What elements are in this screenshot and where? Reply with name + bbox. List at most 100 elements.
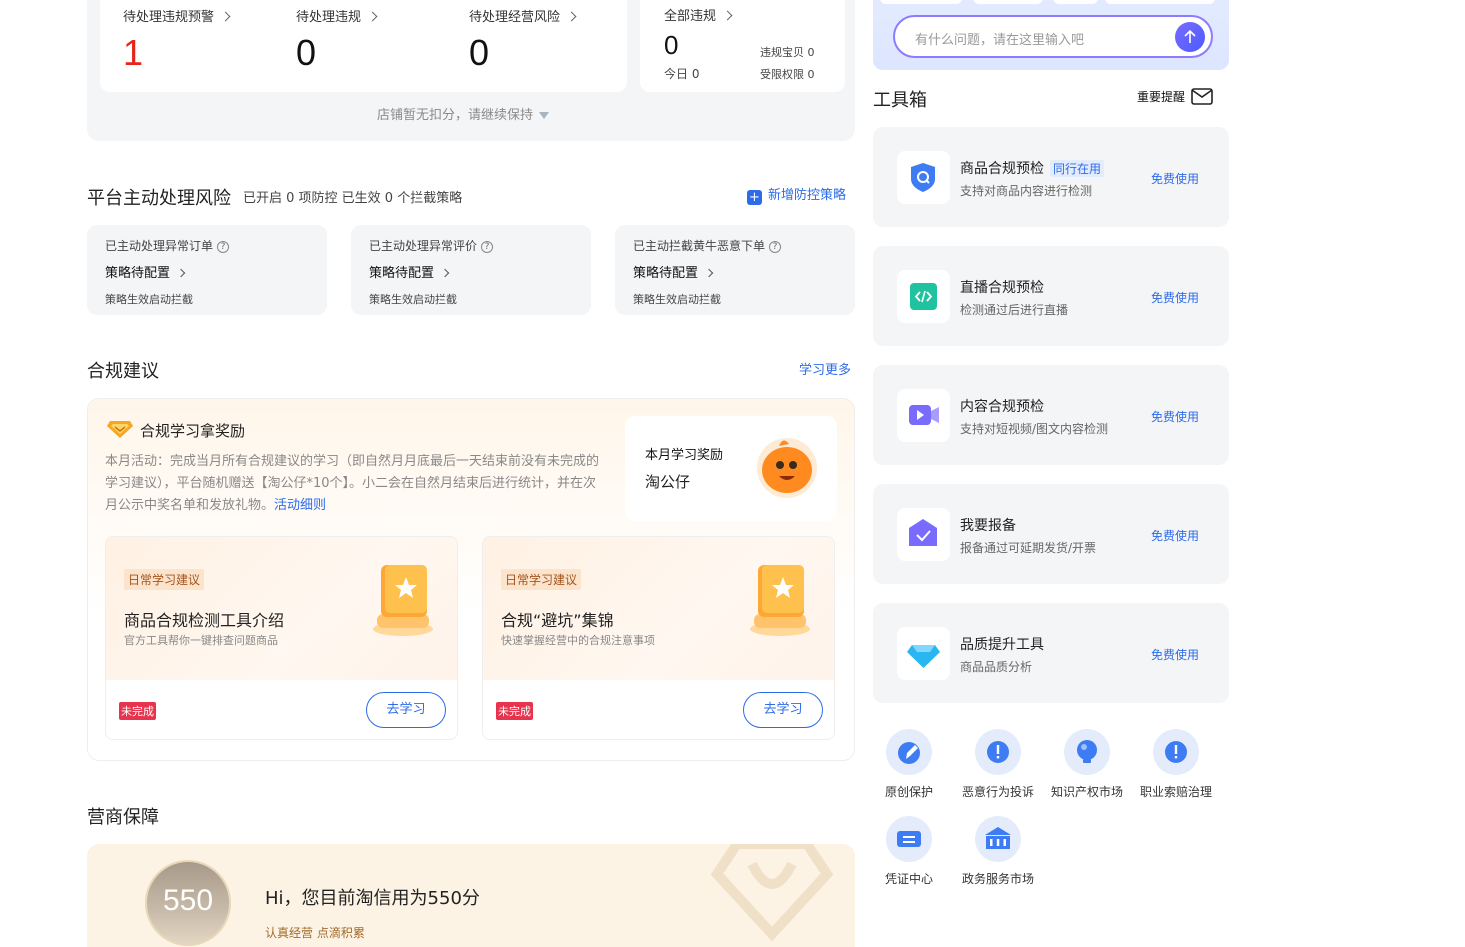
help-icon[interactable]: ?	[217, 240, 230, 253]
risk-card-reviews[interactable]: 已主动处理异常评价? 策略待配置 策略生效启动拦截	[351, 225, 591, 315]
tool-name: 品质提升工具	[960, 637, 1044, 653]
deduction-notice[interactable]: 店铺暂无扣分，请继续保持	[377, 104, 550, 123]
pending-risk-link[interactable]: 待处理经营风险	[469, 6, 577, 25]
tool-content-precheck[interactable]: 内容合规预检 支持对短视频/图文内容检测 免费使用	[873, 365, 1229, 465]
risk-card-note: 策略生效启动拦截	[633, 293, 721, 306]
pending-warning-link[interactable]: 待处理违规预警	[123, 6, 231, 25]
monthly-prize: 淘公仔	[645, 473, 691, 491]
go-learn-button[interactable]: 去学习	[743, 692, 823, 728]
quick-question-chip[interactable]	[880, 0, 962, 4]
tool-desc: 支持对短视频/图文内容检测	[960, 422, 1109, 436]
video-icon	[897, 389, 950, 442]
pen-icon	[886, 729, 932, 775]
today-count: 今日 0	[664, 67, 700, 81]
credit-panel: 550 Hi，您目前淘信用为550分 认真经营 点滴积累	[87, 844, 855, 947]
service-ip-market[interactable]: 知识产权市场	[1042, 729, 1132, 800]
alert-icon	[1153, 729, 1199, 775]
toolbox-title: 工具箱	[873, 90, 927, 111]
task-card-tool-intro[interactable]: 日常学习建议 商品合规检测工具介绍 官方工具帮你一键排查问题商品 未完成 去学习	[105, 536, 458, 740]
tool-desc: 商品品质分析	[960, 660, 1033, 674]
service-malicious-complaint[interactable]: 恶意行为投诉	[953, 729, 1043, 800]
violation-goods-count: 违规宝贝 0	[760, 46, 815, 59]
tool-report[interactable]: 我要报备 报备通过可延期发货/开票 免费使用	[873, 484, 1229, 584]
code-icon	[897, 270, 950, 323]
credit-score-badge: 550	[145, 860, 231, 946]
shield-watermark-icon	[707, 844, 837, 947]
strategy-config-link[interactable]: 策略待配置	[633, 262, 714, 281]
book-trophy-icon	[738, 559, 823, 643]
expand-triangle-icon	[539, 112, 550, 119]
guarantee-section-title: 营商保障	[87, 807, 159, 828]
risk-card-orders[interactable]: 已主动处理异常订单? 策略待配置 策略生效启动拦截	[87, 225, 327, 315]
arrow-up-icon	[1184, 29, 1196, 43]
book-trophy-icon	[361, 559, 446, 643]
service-voucher-center[interactable]: 凭证中心	[864, 816, 954, 887]
activity-rules-link[interactable]: 活动细则	[274, 498, 326, 513]
compliance-section-title: 合规建议	[87, 361, 159, 382]
service-original-protection[interactable]: 原创保护	[864, 729, 954, 800]
help-icon[interactable]: ?	[769, 240, 782, 253]
tool-name: 直播合规预检	[960, 280, 1044, 296]
important-reminder-link[interactable]: 重要提醒	[1137, 88, 1213, 105]
risk-section-title: 平台主动处理风险	[87, 188, 231, 209]
risk-subtitle: 已开启 0 项防控 已生效 0 个拦截策略	[243, 191, 463, 206]
assistant-input[interactable]: 有什么问题，请在这里输入吧	[893, 15, 1213, 58]
tool-product-precheck[interactable]: 商品合规预检 同行在用 支持对商品内容进行检测 免费使用	[873, 127, 1229, 227]
activity-description: 本月活动：完成当月所有合规建议的学习（即自然月月底最后一天结束前没有未完成的学习…	[105, 454, 600, 513]
credit-score: 550	[162, 884, 214, 917]
free-use-button[interactable]: 免费使用	[1151, 646, 1199, 663]
status-badge: 未完成	[496, 702, 533, 720]
tool-quality[interactable]: 品质提升工具 商品品质分析 免费使用	[873, 603, 1229, 703]
pending-risk-count: 0	[469, 32, 490, 73]
building-icon	[975, 816, 1021, 862]
task-title: 合规“避坑”集锦	[501, 611, 614, 630]
risk-card-scalpers[interactable]: 已主动拦截黄牛恶意下单? 策略待配置 策略生效启动拦截	[615, 225, 855, 315]
free-use-button[interactable]: 免费使用	[1151, 527, 1199, 544]
free-use-button[interactable]: 免费使用	[1151, 170, 1199, 187]
monthly-reward-label: 本月学习奖励	[645, 448, 724, 463]
quick-question-chip[interactable]	[973, 0, 1043, 4]
peer-use-badge: 同行在用	[1050, 160, 1105, 177]
reward-title: 合规学习拿奖励	[140, 422, 246, 440]
mail-icon	[1191, 88, 1213, 105]
risk-card-note: 策略生效启动拦截	[105, 293, 193, 306]
send-button[interactable]	[1175, 22, 1205, 52]
task-tag: 日常学习建议	[501, 569, 582, 590]
credit-greeting: Hi，您目前淘信用为550分	[265, 888, 480, 909]
pending-violation-count: 0	[296, 32, 317, 73]
tool-name: 内容合规预检	[960, 399, 1044, 415]
quick-question-chip[interactable]	[1105, 0, 1215, 4]
tool-name: 我要报备	[960, 518, 1016, 534]
risk-card-note: 策略生效启动拦截	[369, 293, 457, 306]
all-violation-link[interactable]: 全部违规	[664, 5, 733, 24]
strategy-config-link[interactable]: 策略待配置	[105, 262, 186, 281]
add-strategy-link[interactable]: + 新增防控策略	[747, 184, 846, 205]
learn-more-link[interactable]: 学习更多	[799, 359, 851, 378]
quick-question-chip[interactable]	[1053, 0, 1098, 4]
task-card-pitfalls[interactable]: 日常学习建议 合规“避坑”集锦 快速掌握经营中的合规注意事项 未完成 去学习	[482, 536, 835, 740]
strategy-config-link[interactable]: 策略待配置	[369, 262, 450, 281]
help-icon[interactable]: ?	[481, 240, 494, 253]
ticket-icon	[886, 816, 932, 862]
tool-name: 商品合规预检	[960, 161, 1044, 177]
task-subtitle: 快速掌握经营中的合规注意事项	[501, 634, 655, 647]
mascot-icon	[753, 432, 821, 504]
free-use-button[interactable]: 免费使用	[1151, 289, 1199, 306]
input-placeholder: 有什么问题，请在这里输入吧	[915, 33, 1085, 48]
diamond-badge-icon	[107, 417, 133, 443]
tool-desc: 报备通过可延期发货/开票	[960, 541, 1097, 555]
service-claim-governance[interactable]: 职业索赔治理	[1131, 729, 1221, 800]
bulb-icon	[1064, 729, 1110, 775]
credit-slogan: 认真经营 点滴积累	[265, 926, 365, 940]
tool-desc: 支持对商品内容进行检测	[960, 184, 1093, 198]
pending-warning-count: 1	[123, 32, 144, 73]
tool-live-precheck[interactable]: 直播合规预检 检测通过后进行直播 免费使用	[873, 246, 1229, 346]
shield-search-icon	[897, 151, 950, 204]
free-use-button[interactable]: 免费使用	[1151, 408, 1199, 425]
tool-desc: 检测通过后进行直播	[960, 303, 1069, 317]
go-learn-button[interactable]: 去学习	[366, 692, 446, 728]
service-government-market[interactable]: 政务服务市场	[953, 816, 1043, 887]
diamond-icon	[897, 627, 950, 680]
pending-violation-link[interactable]: 待处理违规	[296, 6, 378, 25]
restricted-permission-count: 受限权限 0	[760, 68, 815, 81]
